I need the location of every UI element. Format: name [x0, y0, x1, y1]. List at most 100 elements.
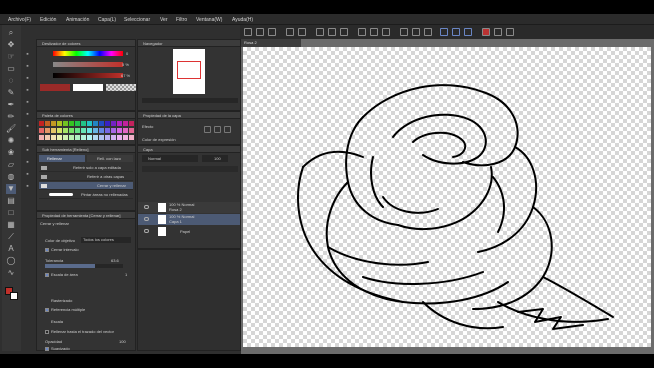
palette-swatch[interactable]: [63, 121, 68, 126]
palette-swatch[interactable]: [129, 135, 134, 140]
panel-toggle-icon[interactable]: ▪: [23, 98, 32, 107]
palette-swatch[interactable]: [117, 121, 122, 126]
menu-seleccionar[interactable]: Seleccionar: [124, 17, 150, 23]
effect-tone-button[interactable]: [214, 126, 221, 133]
decoration-icon[interactable]: ❀: [6, 148, 16, 158]
fill-icon[interactable]: ▼: [6, 184, 16, 194]
eyedropper-icon[interactable]: ✎: [6, 88, 16, 98]
balloon-icon[interactable]: ◯: [6, 256, 16, 266]
palette-swatch[interactable]: [69, 135, 74, 140]
pen-icon[interactable]: ✒: [6, 100, 16, 110]
palette-swatch[interactable]: [99, 135, 104, 140]
panel-toggle-icon[interactable]: ▪: [23, 182, 32, 191]
eye-icon[interactable]: [144, 229, 149, 233]
menu-archivo[interactable]: Archivo(F): [8, 17, 31, 23]
palette-swatch[interactable]: [45, 121, 50, 126]
palette-swatch[interactable]: [129, 128, 134, 133]
multi-ref-checkbox[interactable]: [45, 308, 49, 312]
palette-swatch[interactable]: [87, 128, 92, 133]
palette-swatch[interactable]: [63, 128, 68, 133]
blend-icon[interactable]: ◍: [6, 172, 16, 182]
transparent-color-box[interactable]: [106, 84, 136, 91]
palette-swatch[interactable]: [99, 121, 104, 126]
palette-swatch[interactable]: [87, 135, 92, 140]
palette-swatch[interactable]: [81, 121, 86, 126]
hand-icon[interactable]: ☞: [6, 52, 16, 62]
drawing-canvas[interactable]: [243, 47, 651, 347]
panel-toggle-icon[interactable]: ▪: [23, 50, 32, 59]
palette-swatch[interactable]: [93, 121, 98, 126]
hue-slider[interactable]: [53, 51, 123, 56]
current-color-box[interactable]: [40, 84, 70, 91]
palette-swatch[interactable]: [117, 128, 122, 133]
move-icon[interactable]: ✥: [6, 40, 16, 50]
palette-swatch[interactable]: [87, 121, 92, 126]
close-gaps-checkbox[interactable]: [45, 248, 49, 252]
tab-rell-con-lazo[interactable]: Rell. con lazo: [87, 155, 133, 162]
invert-selection-icon[interactable]: [382, 28, 390, 36]
palette-swatch[interactable]: [117, 135, 122, 140]
value-slider[interactable]: [53, 73, 123, 78]
panel-toggle-icon[interactable]: ▪: [23, 110, 32, 119]
palette-swatch[interactable]: [69, 121, 74, 126]
menu-ver[interactable]: Ver: [160, 17, 168, 23]
palette-swatch[interactable]: [105, 121, 110, 126]
palette-swatch[interactable]: [123, 128, 128, 133]
navigator-zoom-slider[interactable]: [142, 98, 238, 103]
sub-color-box[interactable]: [73, 84, 103, 91]
palette-swatch[interactable]: [111, 135, 116, 140]
palette-swatch[interactable]: [39, 128, 44, 133]
palette-swatch[interactable]: [93, 128, 98, 133]
navigator-preview[interactable]: [173, 49, 205, 94]
sub-color-swatch[interactable]: [10, 292, 18, 300]
redo-icon[interactable]: [298, 28, 306, 36]
panel-toggle-icon[interactable]: ▪: [23, 134, 32, 143]
frame-icon[interactable]: [506, 28, 514, 36]
correct-line-icon[interactable]: ∿: [6, 268, 16, 278]
layer-row[interactable]: Papel: [138, 226, 240, 237]
menu-animacion[interactable]: Animación: [66, 17, 89, 23]
palette-swatch[interactable]: [123, 121, 128, 126]
palette-swatch[interactable]: [111, 128, 116, 133]
palette-swatch[interactable]: [81, 135, 86, 140]
menu-ventana[interactable]: Ventana(W): [196, 17, 222, 23]
palette-swatch[interactable]: [99, 128, 104, 133]
palette-swatches[interactable]: [39, 121, 135, 143]
layer-opacity-input[interactable]: 100: [202, 155, 228, 162]
eraser-icon[interactable]: ▱: [6, 160, 16, 170]
palette-swatch[interactable]: [51, 135, 56, 140]
panel-toggle-icon[interactable]: ▪: [23, 146, 32, 155]
snap-grid-icon[interactable]: [424, 28, 432, 36]
palette-swatch[interactable]: [57, 135, 62, 140]
gradient-icon[interactable]: ▤: [6, 196, 16, 206]
eye-icon[interactable]: [144, 205, 149, 209]
fill-icon[interactable]: [340, 28, 348, 36]
undo-icon[interactable]: [286, 28, 294, 36]
frame-border-icon[interactable]: ▦: [6, 220, 16, 230]
saturation-slider[interactable]: [53, 62, 123, 67]
expand-area-checkbox[interactable]: [45, 273, 49, 277]
palette-swatch[interactable]: [105, 135, 110, 140]
palette-swatch[interactable]: [75, 128, 80, 133]
palette-swatch[interactable]: [75, 135, 80, 140]
panel-toggle-icon[interactable]: ▪: [23, 62, 32, 71]
new-file-icon[interactable]: [244, 28, 252, 36]
deselect-icon[interactable]: [370, 28, 378, 36]
lasso-icon[interactable]: ◌: [6, 76, 16, 86]
palette-swatch[interactable]: [57, 128, 62, 133]
menu-filtro[interactable]: Filtro: [176, 17, 187, 23]
layer-row-selected[interactable]: 100 % Normal Capa 1: [138, 214, 240, 225]
brush-icon[interactable]: 🖌: [6, 124, 16, 134]
sub-tool-item[interactable]: Referir solo a capa editada: [39, 164, 133, 172]
tab-rellenar[interactable]: Rellenar: [39, 155, 85, 162]
open-icon[interactable]: [256, 28, 264, 36]
clear-outside-icon[interactable]: [328, 28, 336, 36]
clear-icon[interactable]: [316, 28, 324, 36]
menu-ayuda[interactable]: Ayuda(H): [232, 17, 253, 23]
text-icon[interactable]: A: [6, 244, 16, 254]
menu-capa[interactable]: Capa(L): [98, 17, 116, 23]
palette-swatch[interactable]: [63, 135, 68, 140]
sub-tool-item-selected[interactable]: Cerrar y rellenar: [39, 182, 133, 190]
palette-swatch[interactable]: [51, 128, 56, 133]
effect-border-button[interactable]: [204, 126, 211, 133]
